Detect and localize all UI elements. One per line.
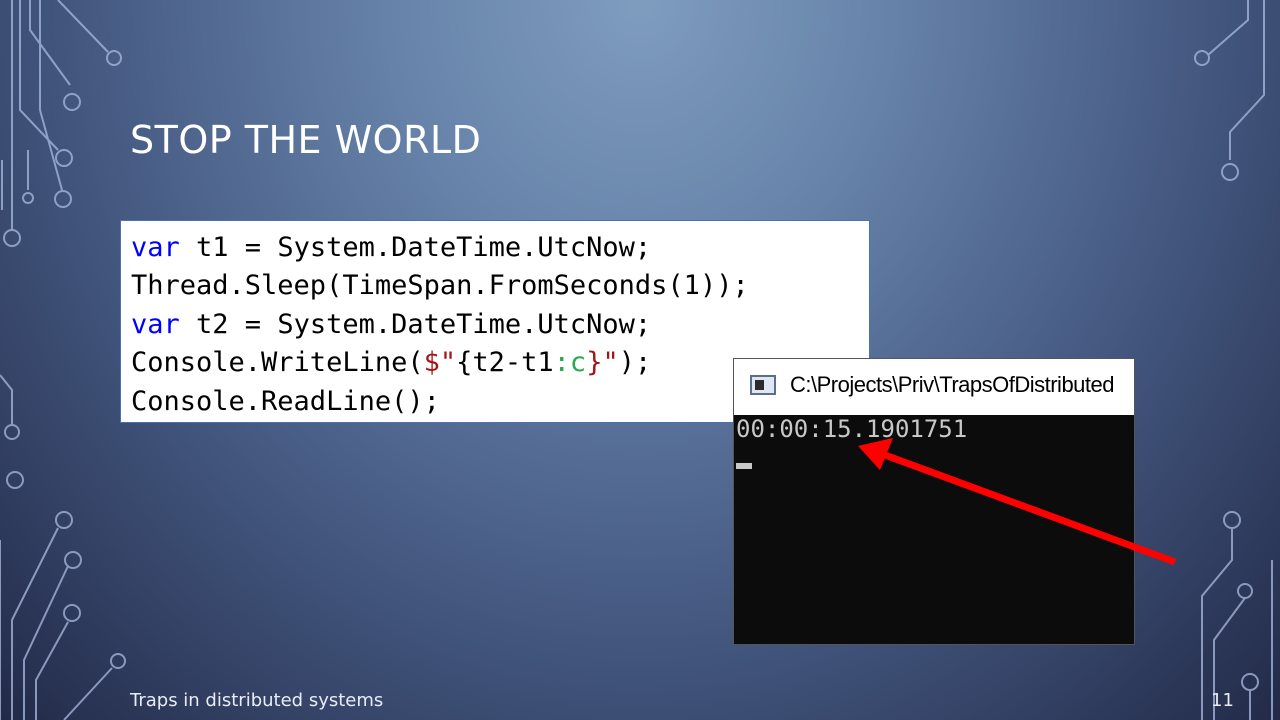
console-window-icon (750, 375, 776, 395)
slide-title: STOP THE WORLD (130, 118, 482, 162)
code-text: t2 = System.DateTime.UtcNow; (179, 308, 652, 340)
code-text: Console.WriteLine( (131, 347, 424, 379)
code-text: Console.ReadLine(); (131, 385, 440, 417)
interpolation-expression: {t2-t1 (456, 347, 554, 379)
interpolated-string-end: }" (586, 347, 619, 379)
page-number: 11 (1211, 690, 1234, 711)
console-title: C:\Projects\Priv\TrapsOfDistributed (790, 372, 1115, 397)
code-text: Thread.Sleep(TimeSpan.FromSeconds(1)); (131, 270, 749, 302)
slide-footer: Traps in distributed systems (130, 690, 384, 711)
keyword-var: var (131, 232, 180, 263)
code-text: t1 = System.DateTime.UtcNow; (179, 232, 652, 263)
interpolated-string-start: $" (423, 347, 457, 379)
format-specifier: :c (553, 347, 587, 379)
code-line-3: var t2 = System.DateTime.UtcNow; (131, 306, 869, 344)
code-text: ); (618, 347, 652, 379)
console-output: 00:00:15.1901751 (736, 415, 968, 443)
console-cursor (736, 463, 752, 469)
console-titlebar[interactable]: C:\Projects\Priv\TrapsOfDistributed (734, 359, 1134, 415)
code-line-1: var t1 = System.DateTime.UtcNow; (131, 229, 869, 267)
code-line-2: Thread.Sleep(TimeSpan.FromSeconds(1)); (131, 267, 869, 305)
console-window: C:\Projects\Priv\TrapsOfDistributed 00:0… (733, 358, 1135, 645)
keyword-var: var (131, 308, 180, 340)
